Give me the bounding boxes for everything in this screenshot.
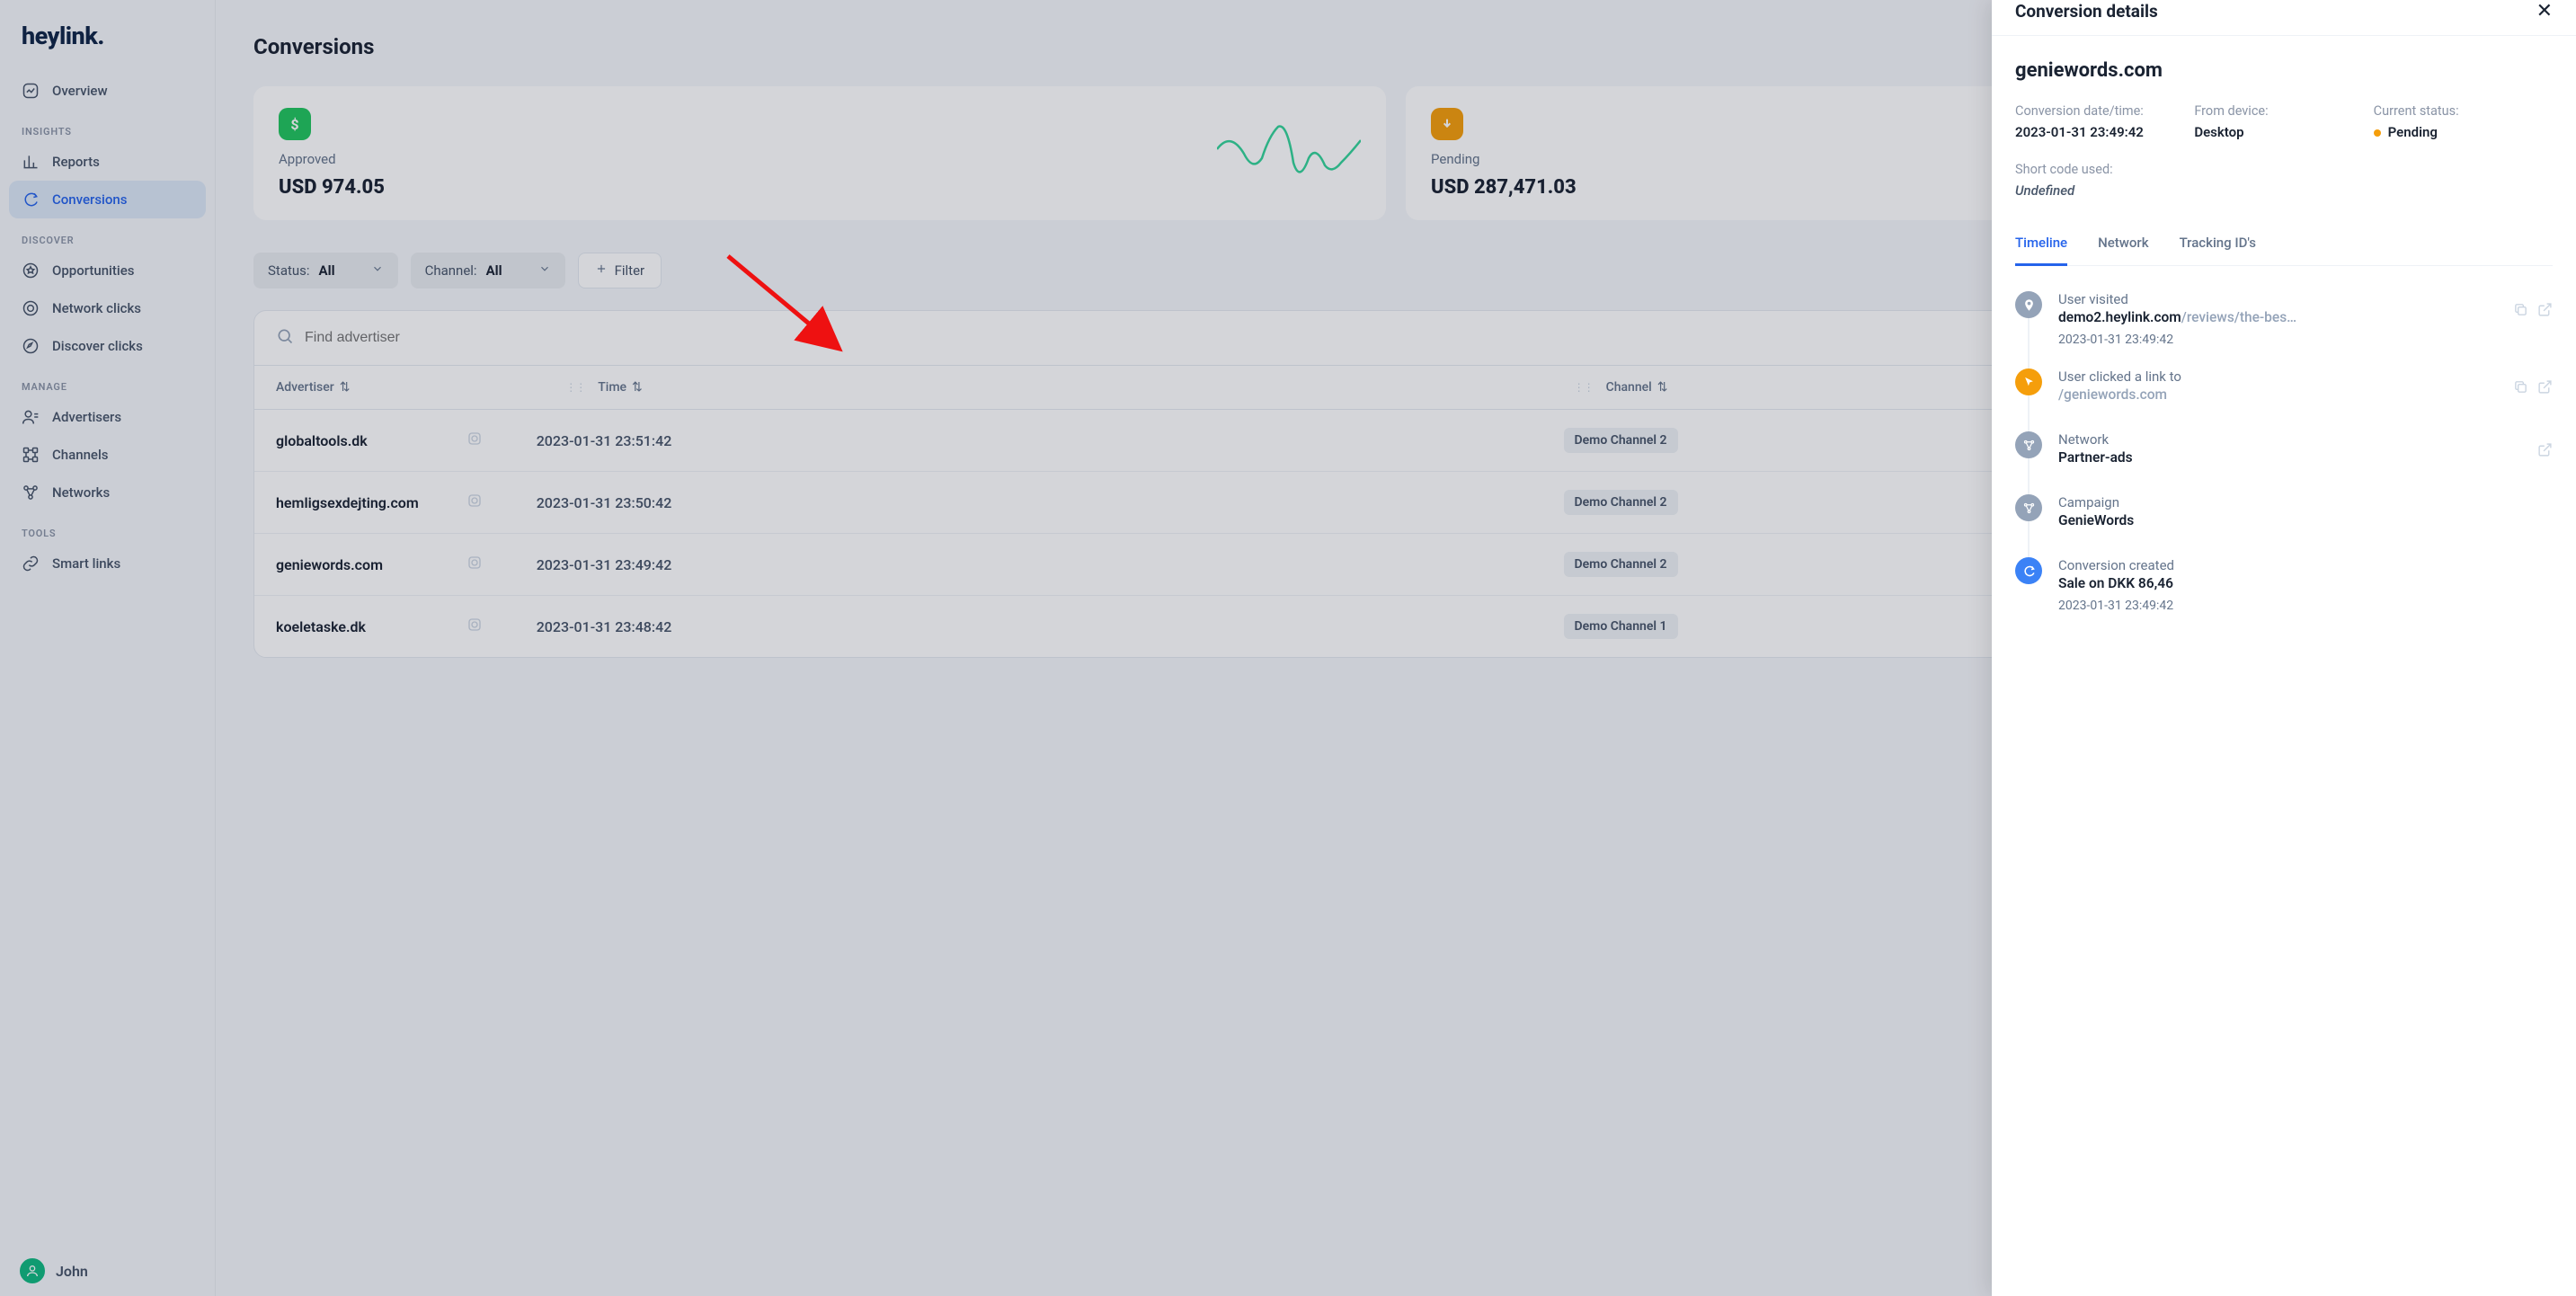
status-dot-icon — [2374, 129, 2381, 137]
timeline-title: Campaign — [2058, 494, 2536, 510]
meta-label: From device: — [2194, 103, 2373, 119]
timeline-timestamp: 2023-01-31 23:49:42 — [2058, 599, 2536, 613]
timeline-conv-icon — [2015, 557, 2042, 584]
meta-value: Desktop — [2194, 124, 2373, 140]
timeline-item: User clicked a link to /geniewords.com — [2015, 368, 2553, 431]
tab-network[interactable]: Network — [2098, 226, 2148, 266]
timeline-click-icon — [2015, 368, 2042, 395]
timeline-subtitle: Sale on DKK 86,46 — [2058, 575, 2536, 591]
close-icon[interactable]: ✕ — [2536, 0, 2553, 22]
timeline-title: Network — [2058, 431, 2521, 448]
meta-grid: Conversion date/time: 2023-01-31 23:49:4… — [2015, 103, 2553, 199]
open-icon[interactable] — [2537, 442, 2553, 461]
meta-value: 2023-01-31 23:49:42 — [2015, 124, 2194, 140]
timeline-item: Campaign GenieWords — [2015, 494, 2553, 557]
timeline-subtitle: demo2.heylink.com/reviews/the-bes… — [2058, 309, 2497, 325]
timeline-title: User clicked a link to — [2058, 368, 2497, 385]
timeline-subtitle: /geniewords.com — [2058, 386, 2497, 403]
timeline-item: Conversion created Sale on DKK 86,46 202… — [2015, 557, 2553, 635]
timeline-pin-icon — [2015, 291, 2042, 318]
tab-timeline[interactable]: Timeline — [2015, 226, 2067, 266]
meta-label: Conversion date/time: — [2015, 103, 2194, 119]
meta-label: Short code used: — [2015, 162, 2194, 177]
tab-tracking-ids[interactable]: Tracking ID's — [2180, 226, 2256, 266]
drawer-advertiser: geniewords.com — [2015, 59, 2553, 82]
timeline-item: User visited demo2.heylink.com/reviews/t… — [2015, 291, 2553, 368]
timeline-title: Conversion created — [2058, 557, 2536, 573]
timeline-title: User visited — [2058, 291, 2497, 307]
copy-icon[interactable] — [2513, 302, 2528, 321]
timeline-timestamp: 2023-01-31 23:49:42 — [2058, 333, 2497, 347]
copy-icon[interactable] — [2513, 379, 2528, 398]
meta-value: Undefined — [2015, 182, 2194, 199]
meta-label: Current status: — [2374, 103, 2553, 119]
drawer-title: Conversion details — [2015, 1, 2158, 22]
conversion-drawer: Conversion details ✕ geniewords.com Conv… — [1992, 0, 2576, 1296]
open-icon[interactable] — [2537, 302, 2553, 321]
drawer-tabs: Timeline Network Tracking ID's — [2015, 226, 2553, 266]
timeline-camp-icon — [2015, 494, 2042, 521]
status-badge: Pending — [2374, 124, 2553, 140]
timeline-subtitle: GenieWords — [2058, 512, 2536, 528]
open-icon[interactable] — [2537, 379, 2553, 398]
timeline-subtitle: Partner-ads — [2058, 449, 2521, 466]
timeline: User visited demo2.heylink.com/reviews/t… — [2015, 291, 2553, 635]
timeline-net-icon — [2015, 431, 2042, 458]
timeline-item: Network Partner-ads — [2015, 431, 2553, 494]
